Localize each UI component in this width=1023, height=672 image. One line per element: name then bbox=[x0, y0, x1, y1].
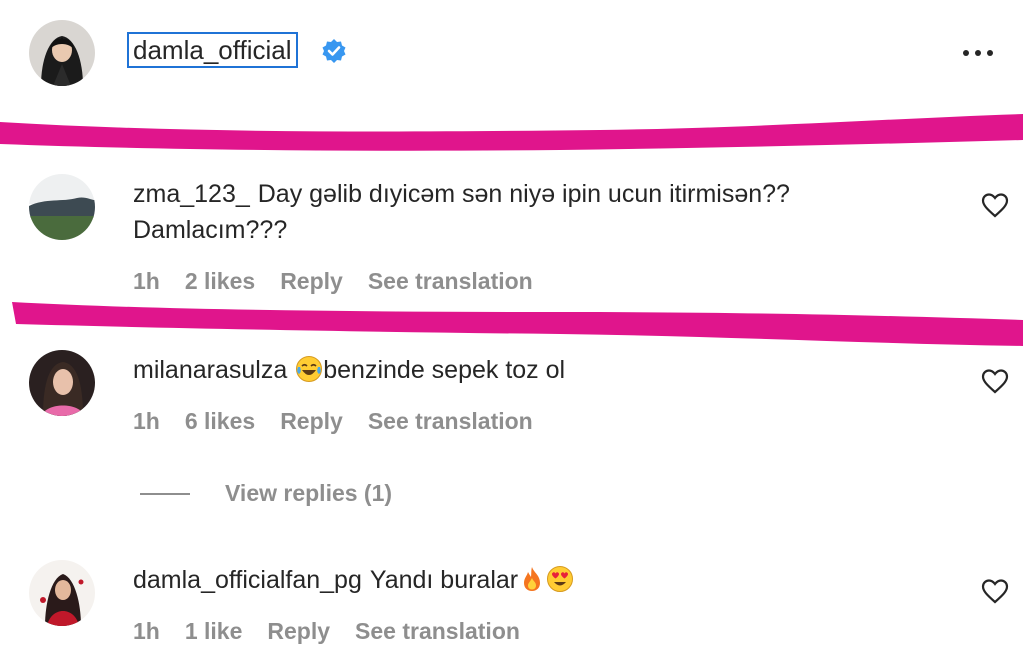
comment-username[interactable]: damla_officialfan_pg bbox=[133, 566, 362, 594]
highlight-marker-stroke bbox=[12, 302, 1023, 346]
commenter-avatar[interactable] bbox=[29, 174, 95, 240]
comment-text: zma_123_ Day gəlib dıyicəm sən niyə ipin … bbox=[133, 176, 790, 248]
post-username[interactable]: damla_official bbox=[127, 32, 298, 68]
post-header: damla_official bbox=[0, 0, 1023, 112]
comment-meta: 1h 1 like Reply See translation bbox=[133, 618, 545, 645]
comment-body-line2: Damlacım??? bbox=[133, 216, 288, 244]
heart-icon[interactable] bbox=[981, 192, 1009, 218]
view-replies-divider bbox=[140, 493, 190, 495]
see-translation-button[interactable]: See translation bbox=[355, 618, 520, 644]
commenter-avatar[interactable] bbox=[29, 560, 95, 626]
see-translation-button[interactable]: See translation bbox=[368, 408, 533, 434]
heart-eyes-icon bbox=[547, 566, 574, 592]
comment-likes[interactable]: 1 like bbox=[185, 618, 243, 644]
commenter-avatar[interactable] bbox=[29, 350, 95, 416]
comment-meta: 1h 2 likes Reply See translation bbox=[133, 268, 558, 295]
comment-time: 1h bbox=[133, 268, 160, 294]
comment-body: Yandı buralar bbox=[369, 566, 519, 594]
comment-text: milanarasulza benzinde sepek toz ol bbox=[133, 352, 565, 388]
comment-item: zma_123_ Day gəlib dıyicəm sən niyə ipin … bbox=[0, 170, 1023, 300]
comment-time: 1h bbox=[133, 618, 160, 644]
comment-likes[interactable]: 2 likes bbox=[185, 268, 255, 294]
fire-icon bbox=[524, 567, 541, 591]
comment-item: damla_officialfan_pg Yandı buralar 1h 1 li… bbox=[0, 556, 1023, 656]
comment-item: milanarasulza benzinde sepek toz ol 1h 6 … bbox=[0, 346, 1023, 446]
reply-button[interactable]: Reply bbox=[267, 618, 330, 644]
comment-body: benzinde sepek toz ol bbox=[323, 356, 566, 384]
more-options-icon[interactable] bbox=[958, 40, 998, 64]
see-translation-button[interactable]: See translation bbox=[368, 268, 533, 294]
comment-meta: 1h 6 likes Reply See translation bbox=[133, 408, 558, 435]
heart-icon[interactable] bbox=[981, 368, 1009, 394]
verified-badge-icon bbox=[322, 39, 346, 63]
heart-icon[interactable] bbox=[981, 578, 1009, 604]
reply-button[interactable]: Reply bbox=[280, 408, 343, 434]
comment-text: damla_officialfan_pg Yandı buralar bbox=[133, 562, 574, 598]
comment-likes[interactable]: 6 likes bbox=[185, 408, 255, 434]
comment-body: Day gəlib dıyicəm sən niyə ipin ucun iti… bbox=[257, 180, 790, 208]
view-replies-label[interactable]: View replies (1) bbox=[225, 480, 392, 507]
face-with-tears-of-joy-icon bbox=[296, 356, 323, 382]
comment-time: 1h bbox=[133, 408, 160, 434]
reply-button[interactable]: Reply bbox=[280, 268, 343, 294]
comment-username[interactable]: milanarasulza bbox=[133, 356, 287, 384]
post-author-avatar[interactable] bbox=[29, 20, 95, 86]
comment-username[interactable]: zma_123_ bbox=[133, 180, 250, 208]
